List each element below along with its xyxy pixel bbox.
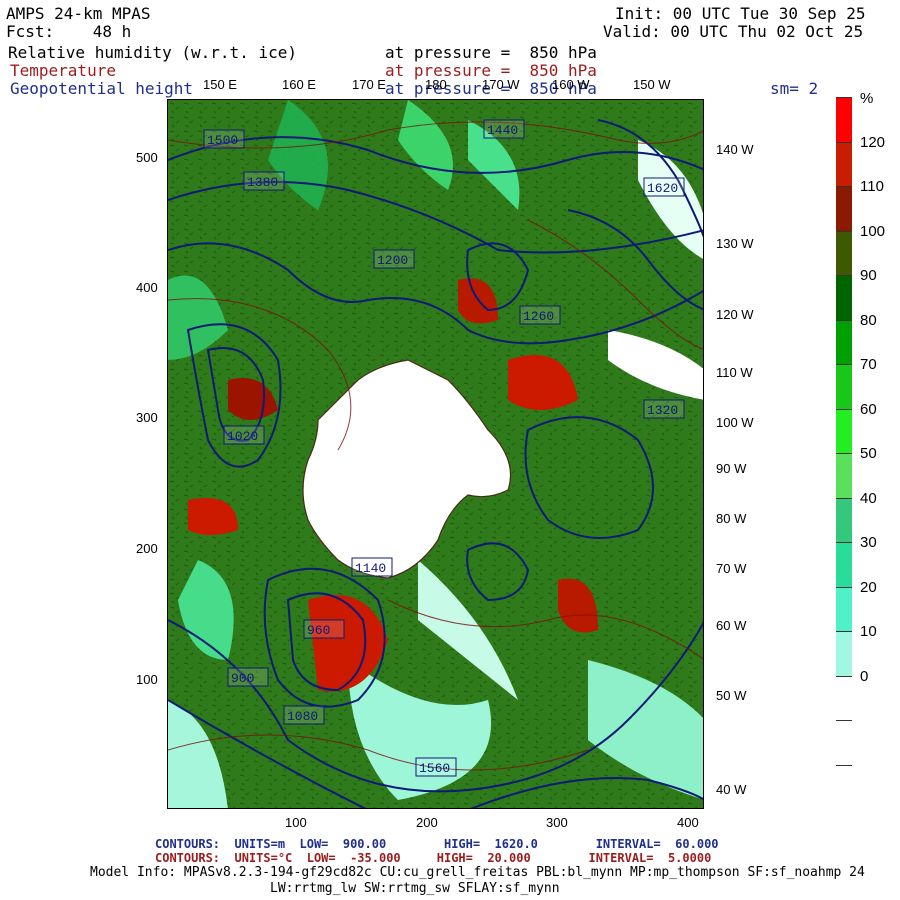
colorbar-tick-label: 40 (860, 489, 877, 507)
right-lon-label: 110 W (716, 365, 753, 380)
contour-label: 1260 (523, 309, 554, 324)
right-lon-label: 40 W (716, 782, 747, 797)
right-lon-label: 90 W (716, 461, 747, 476)
model-info: Model Info: MPASv8.2.3-194-gf29cd82c CU:… (90, 865, 865, 880)
colorbar-tick-label: 70 (860, 356, 877, 373)
contour-info-height: CONTOURS: UNITS=m LOW= 900.00 HIGH= 1620… (155, 837, 719, 851)
bottom-axis-label: 100 (285, 815, 307, 830)
contour-label: 1380 (247, 175, 278, 190)
colorbar-tick-label: 120 (860, 133, 886, 151)
colorbar-tick-label: 90 (860, 267, 877, 284)
model-title: AMPS 24-km MPAS (6, 4, 151, 23)
left-axis-label: 200 (136, 541, 158, 556)
weather-map: 1440 1380 1500 1560 1260 1200 1140 1320 … (167, 99, 704, 809)
contour-label: 1500 (207, 133, 238, 148)
model-info-2: LW:rrtmg_lw SW:rrtmg_sw SFLAY:sf_mynn (270, 881, 560, 896)
colorbar-segment (836, 764, 852, 809)
colorbar-segment (836, 230, 852, 275)
colorbar-tick-label: 110 (860, 178, 884, 195)
top-lon-label: 160 E (282, 77, 316, 92)
colorbar (836, 97, 852, 809)
left-axis-label: 100 (136, 672, 158, 687)
colorbar-segment (836, 453, 852, 498)
colorbar-tick-label: 10 (860, 623, 877, 640)
colorbar-segment (836, 675, 852, 720)
contour-label: 1620 (647, 181, 678, 196)
forecast-hour: Fcst: 48 h (6, 22, 132, 41)
colorbar-segment (836, 497, 852, 542)
top-lon-label: 160 W (552, 77, 590, 92)
colorbar-unit: % (860, 90, 874, 107)
colorbar-tick-label: 100 (860, 222, 886, 240)
contour-info-temperature: CONTOURS: UNITS=°C LOW= -35.000 HIGH= 20… (155, 851, 712, 865)
right-lon-label: 130 W (716, 236, 754, 251)
contour-label: 1440 (487, 123, 518, 138)
bottom-axis-label: 300 (546, 815, 568, 830)
colorbar-segment (836, 319, 852, 364)
colorbar-tick-label: 60 (860, 400, 877, 418)
bottom-axis-label: 200 (416, 815, 438, 830)
right-lon-label: 140 W (716, 142, 754, 157)
colorbar-tick-label: 30 (860, 534, 877, 551)
top-lon-label: 150 W (633, 77, 671, 92)
top-lon-label: 180 (425, 77, 447, 92)
colorbar-segment (836, 275, 852, 320)
colorbar-segment (836, 720, 852, 765)
smoothing-label: sm= 2 (770, 79, 819, 98)
contour-label: 1020 (227, 429, 258, 444)
colorbar-segment (836, 408, 852, 453)
valid-time: Valid: 00 UTC Thu 02 Oct 25 (603, 22, 864, 41)
bottom-axis-label: 400 (677, 815, 699, 830)
contour-label: 1080 (287, 709, 318, 724)
field-temp-name: Temperature (10, 61, 116, 80)
top-lon-label: 170 E (352, 77, 386, 92)
colorbar-tick-label: 80 (860, 311, 877, 329)
top-lon-label: 150 E (203, 77, 237, 92)
colorbar-segment (836, 97, 852, 142)
init-time: Init: 00 UTC Tue 30 Sep 25 (615, 4, 866, 23)
left-axis-label: 300 (136, 410, 158, 425)
contour-label: 900 (231, 671, 254, 686)
colorbar-segment (836, 141, 852, 186)
left-axis-label: 500 (136, 150, 158, 165)
colorbar-segment (836, 542, 852, 587)
contour-label: 1320 (647, 403, 678, 418)
colorbar-tick-label: 20 (860, 578, 877, 596)
contour-label: 1200 (377, 253, 408, 268)
colorbar-segment (836, 186, 852, 231)
left-axis-label: 400 (136, 280, 158, 295)
top-lon-label: 170 W (482, 77, 520, 92)
field-rh-name: Relative humidity (w.r.t. ice) (8, 43, 297, 62)
contour-label: 1140 (355, 561, 386, 576)
right-lon-label: 100 W (716, 415, 754, 430)
colorbar-segment (836, 631, 852, 676)
right-lon-label: 70 W (716, 561, 747, 576)
colorbar-segment (836, 586, 852, 631)
colorbar-segment (836, 364, 852, 409)
right-lon-label: 60 W (716, 618, 747, 633)
right-lon-label: 50 W (716, 688, 747, 703)
field-height-name: Geopotential height (10, 79, 194, 98)
colorbar-tick-label: 0 (860, 667, 869, 685)
right-lon-label: 80 W (716, 511, 747, 526)
colorbar-tick-label: 50 (860, 445, 877, 462)
map-canvas: 1440 1380 1500 1560 1260 1200 1140 1320 … (168, 100, 703, 808)
contour-label: 960 (307, 623, 330, 638)
field-rh-level: at pressure = 850 hPa (385, 43, 597, 62)
right-lon-label: 120 W (716, 307, 754, 322)
contour-label: 1560 (419, 761, 450, 776)
